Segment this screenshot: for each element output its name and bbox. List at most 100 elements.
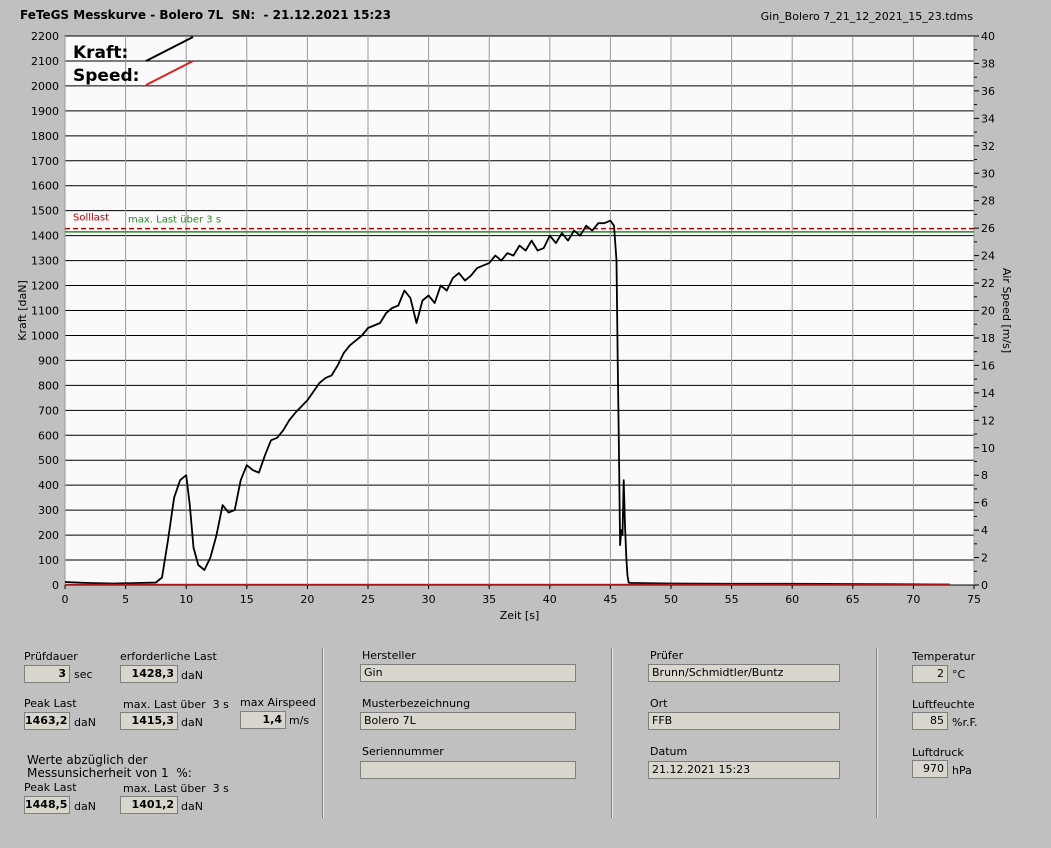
peak-last-value: 1463,2 (24, 712, 70, 730)
y2-tick-label: 0 (981, 579, 988, 592)
hersteller-label: Hersteller (362, 649, 416, 662)
y-tick-label: 1900 (31, 105, 59, 118)
y2-tick-label: 30 (981, 167, 995, 180)
separator (876, 648, 878, 818)
y-tick-label: 1700 (31, 155, 59, 168)
x-tick-label: 35 (482, 593, 496, 606)
y2-tick-label: 28 (981, 195, 995, 208)
y-tick-label: 1100 (31, 305, 59, 318)
y-tick-label: 800 (38, 379, 59, 392)
y-tick-label: 1000 (31, 329, 59, 342)
y2-tick-label: 2 (981, 552, 988, 565)
y2-tick-label: 34 (981, 112, 995, 125)
pruefer-field[interactable]: Brunn/Schmidtler/Buntz (648, 664, 840, 682)
luftfeuchte-label: Luftfeuchte (912, 698, 975, 711)
y2-tick-label: 22 (981, 277, 995, 290)
x-tick-label: 70 (906, 593, 920, 606)
y2-tick-label: 14 (981, 387, 995, 400)
max-last-abz-label: max. Last über 3 s (123, 782, 229, 795)
y-tick-label: 1800 (31, 130, 59, 143)
y2-tick-label: 10 (981, 442, 995, 455)
y2-tick-label: 36 (981, 85, 995, 98)
datum-label: Datum (650, 745, 688, 758)
separator (611, 648, 613, 818)
ort-label: Ort (650, 697, 668, 710)
peak-last-abz-value: 1448,5 (24, 796, 70, 814)
y-tick-label: 1600 (31, 180, 59, 193)
y-tick-label: 700 (38, 404, 59, 417)
max-last-annotation: max. Last über 3 s (128, 215, 221, 226)
y-tick-label: 400 (38, 479, 59, 492)
musterbezeichnung-label: Musterbezeichnung (362, 697, 471, 710)
max-airspeed-value: 1,4 (240, 711, 286, 729)
max-last-label: max. Last über 3 s (123, 698, 229, 711)
hersteller-field[interactable]: Gin (360, 664, 576, 682)
x-tick-label: 60 (785, 593, 799, 606)
x-tick-label: 10 (179, 593, 193, 606)
x-tick-label: 25 (361, 593, 375, 606)
pruefdauer-value: 3 (24, 665, 70, 683)
y-tick-label: 1400 (31, 230, 59, 243)
y2-tick-label: 4 (981, 524, 988, 537)
seriennummer-field[interactable] (360, 761, 576, 779)
x-tick-label: 40 (543, 593, 557, 606)
y-tick-label: 2200 (31, 30, 59, 43)
y-tick-label: 1500 (31, 205, 59, 218)
y2-tick-label: 24 (981, 250, 995, 263)
x-tick-label: 50 (664, 593, 678, 606)
musterbezeichnung-field[interactable]: Bolero 7L (360, 712, 576, 730)
y2-tick-label: 40 (981, 30, 995, 43)
ort-field[interactable]: FFB (648, 712, 840, 730)
erforderliche-last-value: 1428,3 (120, 665, 178, 683)
y-tick-label: 500 (38, 454, 59, 467)
luftfeuchte-value: 85 (912, 712, 948, 730)
x-tick-label: 75 (967, 593, 981, 606)
y-tick-label: 300 (38, 504, 59, 517)
x-tick-label: 15 (240, 593, 254, 606)
y-tick-label: 1300 (31, 255, 59, 268)
legend-label-speed: Speed: (73, 66, 139, 86)
x-tick-label: 0 (62, 593, 69, 606)
max-airspeed-unit: m/s (289, 714, 310, 727)
force-speed-chart: 0100200300400500600700800900100011001200… (16, 30, 1013, 622)
solllast-label: Solllast (73, 213, 109, 224)
y-tick-label: 1200 (31, 280, 59, 293)
peak-last-abz-label: Peak Last (24, 781, 77, 794)
seriennummer-label: Seriennummer (362, 745, 444, 758)
luftdruck-label: Luftdruck (912, 746, 964, 759)
y2-tick-label: 32 (981, 140, 995, 153)
temperatur-value: 2 (912, 665, 948, 683)
y-tick-label: 0 (52, 579, 59, 592)
y2-tick-label: 6 (981, 497, 988, 510)
erforderliche-last-label: erforderliche Last (120, 650, 217, 663)
x-tick-label: 65 (846, 593, 860, 606)
datum-field[interactable]: 21.12.2021 15:23 (648, 761, 840, 779)
max-last-abz-unit: daN (181, 800, 203, 813)
y2-tick-label: 16 (981, 359, 995, 372)
x-tick-label: 45 (603, 593, 617, 606)
temperatur-label: Temperatur (912, 650, 976, 663)
luftdruck-value: 970 (912, 760, 948, 778)
y2-tick-label: 20 (981, 305, 995, 318)
pruefer-label: Prüfer (650, 649, 684, 662)
pruefdauer-label: Prüfdauer (24, 650, 78, 663)
peak-last-unit: daN (74, 716, 96, 729)
y-tick-label: 600 (38, 429, 59, 442)
x-tick-label: 5 (122, 593, 129, 606)
y-tick-label: 2100 (31, 55, 59, 68)
x-tick-label: 20 (300, 593, 314, 606)
y2-tick-label: 18 (981, 332, 995, 345)
erforderliche-last-unit: daN (181, 669, 203, 682)
y2-tick-label: 38 (981, 57, 995, 70)
max-airspeed-label: max Airspeed (240, 696, 316, 709)
peak-last-abz-unit: daN (74, 800, 96, 813)
peak-last-label: Peak Last (24, 697, 77, 710)
y-axis-label: Kraft [daN] (16, 280, 29, 341)
luftfeuchte-unit: %r.F. (952, 716, 978, 729)
y-tick-label: 2000 (31, 80, 59, 93)
x-tick-label: 55 (725, 593, 739, 606)
x-axis-label: Zeit [s] (500, 609, 539, 622)
max-last-unit: daN (181, 716, 203, 729)
luftdruck-unit: hPa (952, 764, 972, 777)
y-tick-label: 200 (38, 529, 59, 542)
